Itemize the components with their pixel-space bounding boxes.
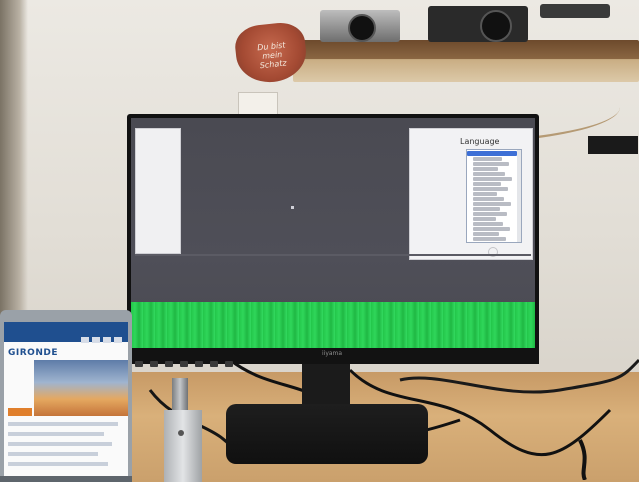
desktop-divider [135, 254, 531, 256]
monitor-brand: iiyama [322, 350, 343, 357]
language-item[interactable] [473, 157, 502, 161]
language-window[interactable]: Language [409, 128, 533, 260]
taskbar-icon[interactable] [210, 361, 218, 367]
language-item[interactable] [473, 197, 504, 201]
text-line [8, 452, 98, 456]
laptop-hinge [0, 476, 132, 482]
language-item[interactable] [473, 187, 508, 191]
header-button[interactable] [81, 337, 89, 343]
header-button[interactable] [114, 337, 122, 343]
monitor-screen: Language [131, 118, 535, 348]
laptop-screen: GIRONDE [4, 322, 128, 477]
taskbar-icon[interactable] [165, 361, 173, 367]
language-item[interactable] [473, 237, 506, 241]
language-item[interactable] [473, 172, 505, 176]
taskbar-icon[interactable] [225, 361, 233, 367]
site-banner-image [34, 360, 128, 416]
language-item[interactable] [473, 202, 511, 206]
camera-middle [428, 6, 528, 42]
language-item[interactable] [473, 207, 500, 211]
vape-tank [172, 378, 188, 412]
header-button[interactable] [92, 337, 100, 343]
language-item[interactable] [473, 162, 509, 166]
monitor: Language iiyama [127, 114, 539, 367]
site-tab[interactable] [8, 408, 32, 416]
header-buttons [78, 328, 122, 347]
monitor-stand-base [226, 404, 428, 464]
header-button[interactable] [103, 337, 111, 343]
photo-scene: Du bist mein Schatz Language iiyama GIRO… [0, 0, 639, 482]
laptop: GIRONDE [0, 310, 132, 482]
language-item[interactable] [473, 182, 501, 186]
wall-cable-cover [588, 136, 638, 154]
camera-lens [348, 14, 376, 42]
language-item[interactable] [473, 167, 498, 171]
text-line [8, 462, 108, 466]
left-window[interactable] [135, 128, 181, 254]
language-scrollbar[interactable] [517, 150, 521, 242]
language-item[interactable] [473, 212, 507, 216]
language-item[interactable] [473, 227, 510, 231]
green-display-artifact [131, 302, 535, 348]
language-item[interactable] [473, 177, 512, 181]
text-line [8, 422, 118, 426]
mouse-cursor [291, 206, 294, 209]
taskbar-icon[interactable] [150, 361, 158, 367]
vape-button [178, 430, 184, 436]
language-item[interactable] [473, 242, 495, 243]
taskbar-icons [135, 352, 240, 367]
language-item[interactable] [473, 217, 496, 221]
language-item[interactable] [473, 222, 503, 226]
taskbar-icon[interactable] [195, 361, 203, 367]
site-header [4, 322, 128, 343]
camera-left [320, 10, 400, 42]
text-line [8, 442, 112, 446]
heart-text: Du bist mein Schatz [256, 40, 287, 71]
wall-shadow [0, 0, 28, 330]
camera-lens [480, 10, 512, 42]
site-title: GIRONDE [8, 348, 58, 358]
language-items [467, 151, 521, 243]
language-list[interactable] [466, 149, 522, 243]
light-switch [238, 92, 278, 116]
taskbar-icon[interactable] [135, 361, 143, 367]
camera-right [540, 4, 610, 18]
wooden-shelf [293, 40, 639, 82]
language-item[interactable] [473, 232, 499, 236]
taskbar-icon[interactable] [180, 361, 188, 367]
vape-device [164, 410, 202, 482]
text-line [8, 432, 104, 436]
language-item[interactable] [473, 192, 497, 196]
language-title: Language [460, 137, 500, 146]
language-item-selected[interactable] [467, 151, 517, 156]
